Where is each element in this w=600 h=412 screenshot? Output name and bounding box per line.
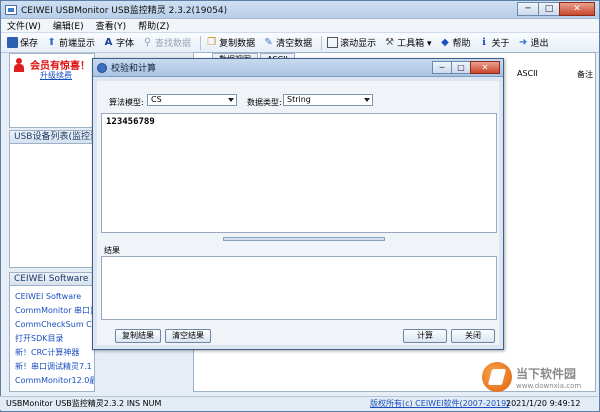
datatype-select[interactable]: String — [283, 94, 373, 106]
software-link[interactable]: 打开SDK目录 — [15, 332, 94, 346]
datatype-label: 数据类型: — [247, 98, 282, 107]
tools-icon: ⚒ — [385, 37, 395, 48]
front-display-button[interactable]: ⬆ 前端显示 — [44, 36, 97, 49]
search-data-button[interactable]: ⚲ 查找数据 — [140, 36, 193, 49]
dialog-maximize-button[interactable]: □ — [451, 61, 471, 74]
checksum-dialog: 校验和计算 ─ □ ✕ 算法模型: CS 数据类型: String 123456… — [92, 58, 504, 350]
app-icon — [5, 4, 17, 15]
close-button[interactable]: ✕ — [559, 1, 595, 16]
copy-result-button[interactable]: 复制结果 — [115, 329, 161, 343]
user-icon — [14, 57, 24, 72]
copy-data-button[interactable]: ❐ 复制数据 — [204, 36, 257, 49]
dialog-icon — [97, 62, 107, 73]
exit-icon: ➜ — [518, 37, 528, 48]
software-list: CEIWEI Software CommMonitor 串口监控 CommChe… — [9, 286, 95, 392]
watermark: 当下软件园 www.downxia.com — [482, 362, 594, 392]
save-icon — [7, 37, 18, 48]
copyright-link[interactable]: 版权所有(c) CEIWEI软件(2007-2019) — [370, 397, 509, 410]
result-label: 结果 — [104, 246, 120, 255]
dialog-title: 校验和计算 — [111, 64, 157, 74]
algorithm-select[interactable]: CS — [147, 94, 237, 106]
help-icon: ◆ — [441, 37, 449, 48]
status-bar: USBMonitor USB监控精灵2.3.2 INS NUM 版权所有(c) … — [0, 396, 598, 410]
about-icon: ℹ — [482, 37, 486, 48]
title-bar[interactable]: CEIWEI USBMonitor USB监控精灵 2.3.2(19054) ─… — [1, 1, 599, 19]
minimize-button[interactable]: ─ — [517, 1, 539, 16]
splitter-handle[interactable] — [223, 237, 385, 241]
menu-file[interactable]: 文件(W) — [7, 19, 41, 32]
software-link[interactable]: CommMonitor12.0最新版 — [15, 374, 94, 388]
help-button[interactable]: ◆ 帮助 — [438, 36, 473, 49]
usb-panel-header: USB设备列表(监控请打 — [9, 130, 95, 144]
vip-panel: 会员有惊喜！ 升级续费 — [9, 53, 95, 128]
software-link[interactable]: CommMonitor 串口监控 — [15, 304, 94, 318]
dialog-body: 算法模型: CS 数据类型: String 123456789 结果 复制结果 … — [97, 81, 499, 345]
algorithm-label: 算法模型: — [109, 98, 144, 107]
clear-data-button[interactable]: ✎ 清空数据 — [261, 36, 314, 49]
chevron-down-icon — [228, 98, 234, 102]
dialog-close-text-button[interactable]: 关闭 — [451, 329, 495, 343]
watermark-logo-icon — [482, 362, 512, 392]
about-button[interactable]: ℹ 关于 — [477, 36, 512, 49]
window-title: CEIWEI USBMonitor USB监控精灵 2.3.2(19054) — [21, 6, 228, 16]
menu-bar: 文件(W) 编辑(E) 查看(Y) 帮助(Z) — [1, 19, 599, 33]
software-link[interactable]: 新！串口调试精灵7.1 — [15, 360, 94, 374]
software-panel-header: CEIWEI Software — [9, 272, 95, 286]
save-button[interactable]: 保存 — [5, 36, 40, 49]
dialog-minimize-button[interactable]: ─ — [432, 61, 452, 74]
software-link[interactable]: 新！CRC计算神器 — [15, 346, 94, 360]
status-app-info: USBMonitor USB监控精灵2.3.2 INS NUM — [6, 399, 162, 408]
usb-device-list[interactable] — [9, 144, 95, 268]
front-display-icon: ⬆ — [47, 37, 56, 48]
watermark-url: www.downxia.com — [516, 381, 582, 390]
chevron-down-icon — [364, 98, 370, 102]
menu-edit[interactable]: 编辑(E) — [53, 19, 84, 32]
scroll-icon — [327, 37, 339, 48]
upgrade-link[interactable]: 升级续费 — [40, 70, 72, 81]
dialog-title-bar[interactable]: 校验和计算 ─ □ ✕ — [93, 59, 503, 77]
font-icon: A — [104, 37, 113, 48]
column-header-note: 备注 — [577, 70, 593, 79]
calculate-button[interactable]: 计算 — [403, 329, 447, 343]
clear-result-button[interactable]: 清空结果 — [165, 329, 211, 343]
copy-icon: ❐ — [207, 37, 217, 48]
software-link[interactable]: CEIWEI Software — [15, 290, 94, 304]
toolbar-separator — [321, 35, 323, 50]
column-header-ascii: ASCII — [517, 69, 538, 78]
search-data-icon: ⚲ — [143, 37, 152, 48]
result-textarea[interactable] — [101, 256, 497, 320]
font-button[interactable]: A 字体 — [101, 36, 136, 49]
clear-icon: ✎ — [264, 37, 273, 48]
maximize-button[interactable]: □ — [538, 1, 560, 16]
input-textarea[interactable]: 123456789 — [101, 113, 497, 233]
toolbar-separator — [200, 35, 202, 50]
watermark-text: 当下软件园 — [516, 366, 577, 381]
toolbar: 保存 ⬆ 前端显示 A 字体 ⚲ 查找数据 ❐ 复制数据 ✎ 清空数据 滚动显示 ⚒ 工具箱… — [1, 33, 599, 53]
menu-view[interactable]: 查看(Y) — [96, 19, 127, 32]
scroll-display-button[interactable]: 滚动显示 — [325, 36, 378, 49]
exit-button[interactable]: ➜ 退出 — [516, 36, 551, 49]
toolbox-button[interactable]: ⚒ 工具箱 ▾ — [382, 36, 433, 49]
menu-help[interactable]: 帮助(Z) — [138, 19, 169, 32]
software-link[interactable]: CommCheckSum CRC计 — [15, 318, 94, 332]
status-time: 2021/1/20 9:49:12 — [506, 399, 581, 408]
dialog-close-button[interactable]: ✕ — [470, 61, 500, 74]
